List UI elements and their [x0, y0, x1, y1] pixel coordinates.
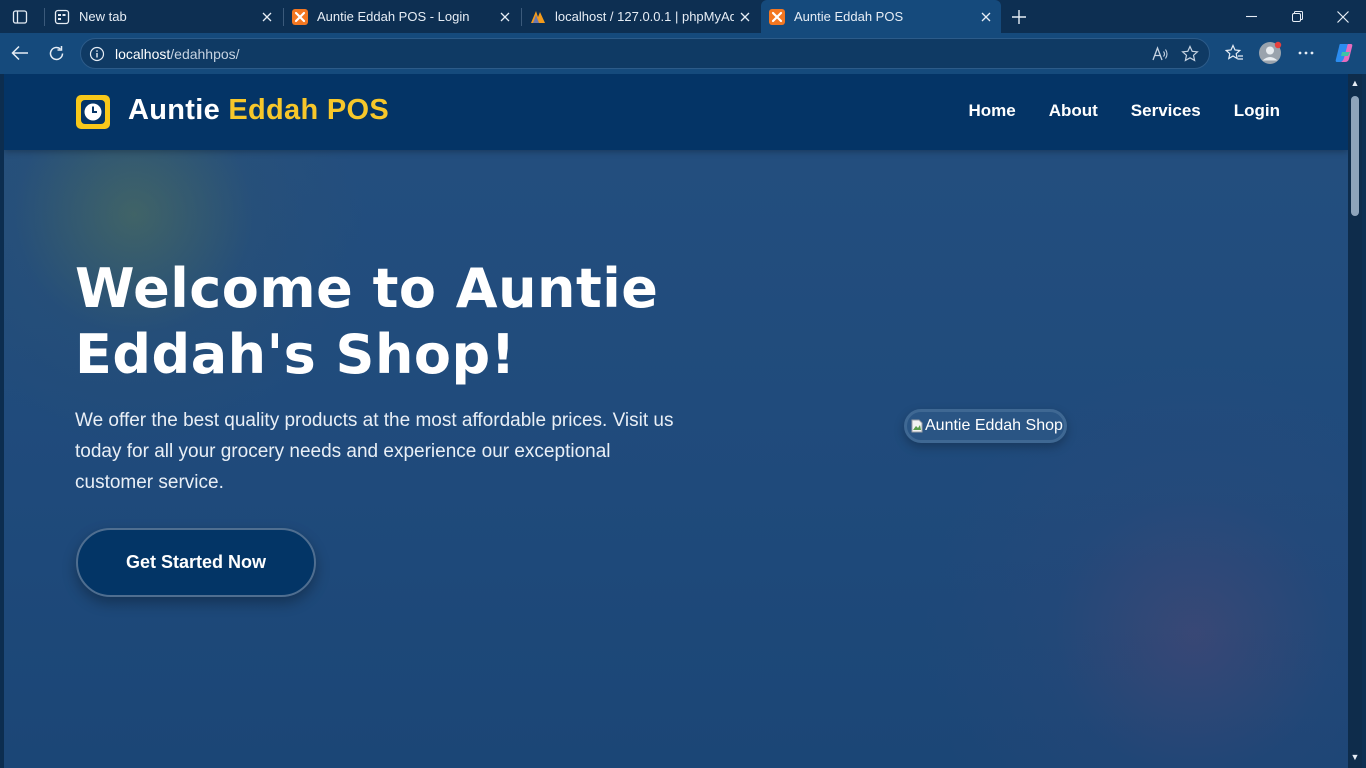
tab-actions-button[interactable] — [0, 0, 40, 33]
url-host: localhost — [115, 45, 171, 62]
tab-login[interactable]: Auntie Eddah POS - Login — [284, 0, 520, 33]
minimize-icon — [1245, 15, 1257, 18]
close-icon — [1337, 10, 1349, 23]
minimize-button[interactable] — [1228, 0, 1274, 33]
close-tab-icon[interactable] — [734, 6, 756, 28]
refresh-icon — [49, 45, 63, 60]
hero-description: We offer the best quality products at th… — [75, 410, 674, 493]
nav-login[interactable]: Login — [1234, 101, 1280, 121]
hero-image: Auntie Eddah Shop — [904, 409, 1067, 443]
close-tab-icon[interactable] — [494, 6, 516, 28]
nav-home[interactable]: Home — [968, 101, 1015, 121]
tab-separator — [44, 8, 45, 26]
close-tab-icon[interactable] — [256, 6, 278, 28]
avatar-icon — [1259, 41, 1282, 64]
tab-title: Auntie Eddah POS — [794, 9, 904, 24]
favorites-icon — [1224, 44, 1243, 60]
restore-icon — [1291, 11, 1303, 22]
hero-title: Welcome to Auntie Eddah's Shop! — [75, 257, 659, 386]
back-arrow-icon — [11, 45, 28, 61]
broken-image-icon — [911, 419, 923, 433]
new-tab-icon — [54, 9, 70, 25]
tab-phpmyadmin[interactable]: localhost / 127.0.0.1 | phpMyAdm — [522, 0, 760, 33]
settings-menu-button[interactable] — [1291, 38, 1321, 68]
new-tab-button[interactable] — [1003, 0, 1035, 33]
tab-actions-icon — [12, 9, 28, 24]
brand-name-white: Auntie — [128, 94, 229, 126]
site-header: Auntie Eddah POS Home About Services Log… — [4, 74, 1348, 150]
site-info-icon[interactable] — [89, 46, 105, 62]
page-scrollbar[interactable]: ▲ ▼ — [1348, 74, 1362, 768]
tab-title: New tab — [79, 9, 127, 24]
favorites-button[interactable] — [1219, 38, 1249, 68]
tab-new-tab[interactable]: New tab — [46, 0, 282, 33]
close-tab-icon[interactable] — [975, 6, 997, 28]
browser-toolbar: localhost/edahhpos/ — [0, 33, 1366, 74]
scroll-up-arrow-icon[interactable]: ▲ — [1350, 78, 1360, 88]
site-brand[interactable]: Auntie Eddah POS — [128, 94, 389, 127]
scroll-down-arrow-icon[interactable]: ▼ — [1350, 752, 1360, 762]
nav-services[interactable]: Services — [1131, 101, 1201, 121]
plus-icon — [1012, 9, 1026, 24]
hero-image-alt-text: Auntie Eddah Shop — [925, 417, 1063, 434]
main-nav: Home About Services Login — [968, 101, 1280, 121]
tab-title: Auntie Eddah POS - Login — [317, 9, 470, 24]
address-bar[interactable]: localhost/edahhpos/ — [80, 38, 1210, 69]
back-button[interactable] — [5, 38, 35, 68]
more-dots-icon — [1298, 51, 1314, 55]
restore-button[interactable] — [1274, 0, 1320, 33]
nav-about[interactable]: About — [1049, 101, 1098, 121]
tab-title: localhost / 127.0.0.1 | phpMyAdm — [555, 9, 734, 24]
url-text: localhost/edahhpos/ — [115, 46, 240, 62]
scroll-thumb[interactable] — [1351, 96, 1359, 216]
favorite-star-icon[interactable] — [1181, 45, 1199, 63]
web-page: Auntie Eddah POS Home About Services Log… — [4, 74, 1348, 768]
copilot-icon — [1335, 44, 1353, 62]
get-started-button[interactable]: Get Started Now — [76, 528, 316, 597]
close-window-button[interactable] — [1320, 0, 1366, 33]
brand-name-accent: Eddah POS — [228, 94, 389, 126]
refresh-button[interactable] — [41, 38, 71, 68]
tab-auntie-eddah-pos[interactable]: Auntie Eddah POS — [761, 0, 1001, 33]
url-path: /edahhpos/ — [170, 45, 240, 62]
clock-logo-icon — [76, 95, 110, 129]
tab-bar: New tab Auntie Eddah POS - Login localho… — [0, 0, 1366, 33]
xampp-icon — [292, 8, 308, 25]
phpmyadmin-icon — [530, 9, 546, 25]
xampp-icon — [769, 8, 785, 25]
copilot-button[interactable] — [1329, 38, 1359, 68]
profile-button[interactable] — [1255, 38, 1285, 68]
read-aloud-icon[interactable] — [1151, 45, 1169, 63]
window-frame — [1362, 74, 1366, 768]
